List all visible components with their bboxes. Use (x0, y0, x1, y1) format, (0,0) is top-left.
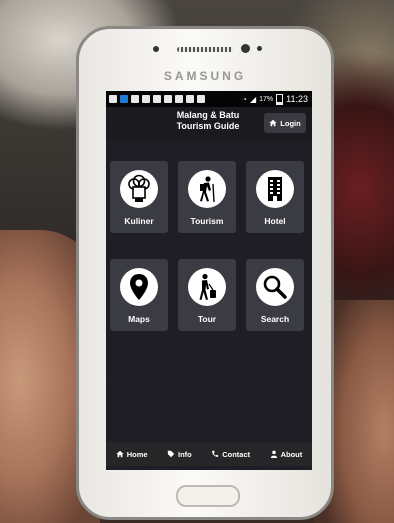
footer-nav: Home Info Contact About (106, 442, 312, 466)
chef-hat-icon (120, 170, 158, 208)
footer-contact-label: Contact (222, 449, 251, 459)
traveler-luggage-icon (188, 268, 226, 306)
home-hardware-button[interactable] (176, 485, 240, 507)
menu-tour[interactable]: Tour (178, 259, 236, 331)
menu-kuliner-label: Kuliner (124, 216, 154, 226)
footer-about-button[interactable]: About (267, 446, 306, 463)
footer-info-button[interactable]: Info (164, 446, 195, 463)
login-label: Login (280, 118, 301, 128)
front-camera (241, 44, 250, 53)
app-header: Malang & Batu Tourism Guide Login (106, 107, 312, 139)
menu-tourism[interactable]: Tourism (178, 161, 236, 233)
brand-logo: SAMSUNG (163, 69, 247, 83)
footer-contact-button[interactable]: Contact (208, 446, 253, 463)
front-sensor (153, 46, 159, 52)
status-bar: ◔ ◢ 17% 11:23 (106, 91, 312, 107)
menu-maps[interactable]: Maps (110, 259, 168, 331)
home-icon (116, 450, 124, 458)
app-screen: ◔ ◢ 17% 11:23 Malang & Batu Tourism Guid… (106, 91, 312, 470)
battery-icon (276, 93, 284, 105)
front-sensor-2 (257, 46, 262, 51)
hotel-building-icon (256, 170, 294, 208)
user-icon (270, 450, 277, 458)
menu-search[interactable]: Search (246, 259, 304, 331)
menu-search-label: Search (260, 314, 290, 324)
footer-home-button[interactable]: Home (113, 446, 151, 463)
menu-maps-label: Maps (128, 314, 150, 324)
login-button[interactable]: Login (264, 113, 306, 133)
bbm-icon (164, 95, 172, 103)
app-title-line2: Tourism Guide (176, 121, 240, 131)
wifi-icon: ◔ (242, 94, 247, 104)
footer-about-label: About (280, 449, 303, 459)
magnifier-icon (256, 268, 294, 306)
notification-icon (109, 95, 117, 103)
footer-info-label: Info (178, 449, 192, 459)
bbm-icon (197, 95, 205, 103)
home-icon (269, 119, 277, 127)
notification-icons (106, 95, 205, 103)
bbm-icon (186, 95, 194, 103)
footer-home-label: Home (126, 449, 148, 459)
map-pin-icon (120, 268, 158, 306)
app-title: Malang & Batu Tourism Guide (158, 110, 258, 132)
menu-hotel-label: Hotel (264, 216, 286, 226)
app-title-line1: Malang & Batu (176, 110, 240, 120)
battery-percent: 17% (259, 95, 274, 103)
bbm-icon (175, 95, 183, 103)
clock: 11:23 (286, 94, 308, 104)
menu-tourism-label: Tourism (190, 216, 224, 226)
menu-hotel[interactable]: Hotel (246, 161, 304, 233)
phone-icon (212, 450, 219, 457)
signal-icon: ◢ (249, 94, 257, 104)
bluetooth-icon (131, 95, 139, 103)
chat-icon (142, 95, 150, 103)
tag-icon (167, 450, 175, 458)
shield-icon (120, 95, 128, 103)
dropbox-icon (153, 95, 161, 103)
menu-kuliner[interactable]: Kuliner (110, 161, 168, 233)
hiker-icon (188, 170, 226, 208)
menu-tour-label: Tour (197, 314, 217, 324)
earpiece-speaker (177, 47, 233, 52)
